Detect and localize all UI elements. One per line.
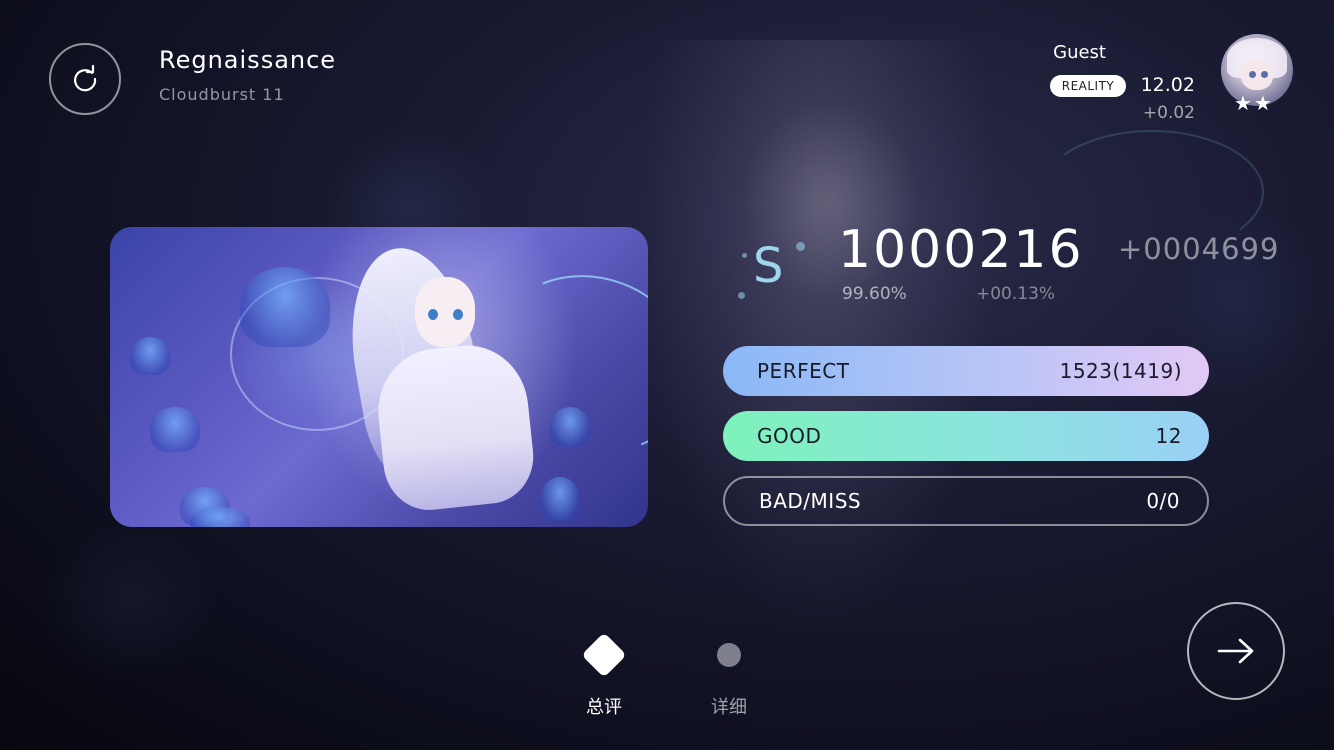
score: 1000216 (838, 220, 1084, 280)
illustration-eye (428, 309, 438, 320)
illustration-jellyfish (150, 407, 200, 452)
accuracy: 99.60% (842, 284, 907, 304)
bad-miss-bar: BAD/MISS 0/0 (723, 476, 1209, 526)
rank-sparkle (742, 253, 747, 258)
illustration-jellyfish (540, 477, 580, 522)
diamond-icon (581, 632, 627, 678)
background-jellyfish (40, 520, 220, 680)
next-button[interactable] (1187, 602, 1285, 700)
illustration-jellyfish (240, 267, 330, 347)
good-label: GOOD (757, 424, 822, 448)
rank-sparkle (796, 242, 805, 251)
bad-miss-label: BAD/MISS (759, 489, 862, 513)
retry-icon (73, 64, 97, 92)
rank-sparkle (738, 292, 745, 299)
illustration-jellyfish (190, 507, 250, 527)
tab-detail-label[interactable]: 详细 (699, 693, 759, 719)
avatar-face (1241, 60, 1273, 90)
tab-summary[interactable] (574, 625, 634, 685)
good-bar: GOOD 12 (723, 411, 1209, 461)
illustration-jellyfish (130, 337, 170, 375)
perfect-label: PERFECT (757, 359, 850, 383)
avatar-eye (1249, 71, 1256, 78)
player-name: Guest (1053, 42, 1106, 63)
accuracy-delta: +00.13% (976, 284, 1056, 304)
reality-delta: +0.02 (1142, 103, 1195, 123)
tab-summary-label[interactable]: 总评 (574, 693, 634, 719)
bad-miss-count: 0/0 (1146, 489, 1180, 513)
perfect-count: 1523(1419) (1059, 359, 1182, 383)
score-delta: +0004699 (1118, 232, 1280, 266)
illustration-eye (453, 309, 463, 320)
reality-badge: REALITY (1050, 75, 1126, 97)
song-title: Regnaissance (159, 46, 337, 74)
perfect-bar: PERFECT 1523(1419) (723, 346, 1209, 396)
illustration-face (415, 277, 475, 347)
rank-grade: S (753, 238, 784, 294)
tab-detail[interactable] (699, 625, 759, 685)
reality-value: 12.02 (1140, 74, 1195, 96)
arrow-right-icon (1217, 638, 1254, 664)
star-rating: ★★ (1234, 91, 1274, 115)
dot-icon (717, 643, 741, 667)
song-difficulty: Cloudburst 11 (159, 85, 285, 104)
song-illustration (110, 227, 648, 527)
avatar-eye (1261, 71, 1268, 78)
retry-button[interactable] (49, 43, 121, 115)
good-count: 12 (1155, 424, 1182, 448)
